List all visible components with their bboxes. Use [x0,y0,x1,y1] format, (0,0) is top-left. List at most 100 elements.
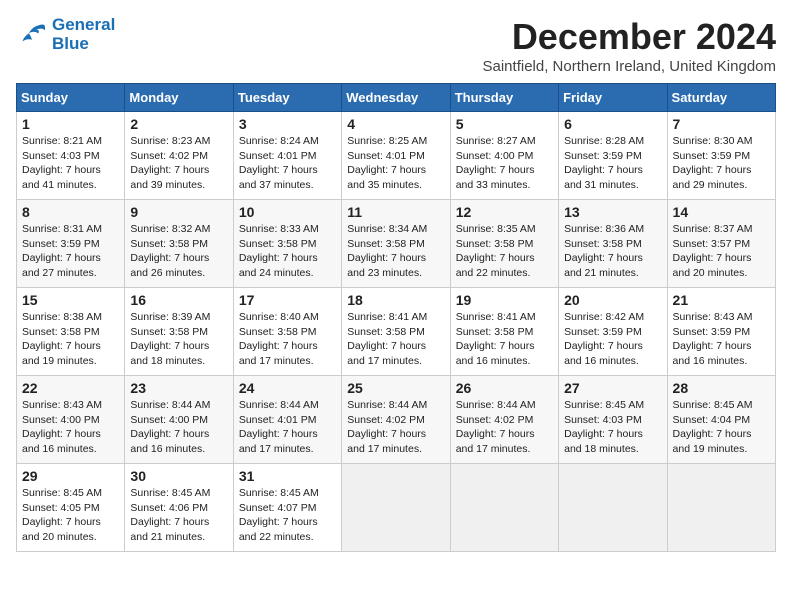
calendar-cell [559,464,667,552]
day-info: Sunrise: 8:36 AMSunset: 3:58 PMDaylight:… [564,222,661,281]
day-number: 1 [22,116,119,132]
calendar-cell: 11 Sunrise: 8:34 AMSunset: 3:58 PMDayligh… [342,200,450,288]
day-info: Sunrise: 8:38 AMSunset: 3:58 PMDaylight:… [22,310,119,369]
calendar-cell: 15 Sunrise: 8:38 AMSunset: 3:58 PMDayligh… [17,288,125,376]
day-number: 6 [564,116,661,132]
day-number: 19 [456,292,553,308]
day-number: 2 [130,116,227,132]
day-info: Sunrise: 8:30 AMSunset: 3:59 PMDaylight:… [673,134,770,193]
day-number: 9 [130,204,227,220]
day-number: 30 [130,468,227,484]
calendar-cell: 1 Sunrise: 8:21 AMSunset: 4:03 PMDaylight… [17,112,125,200]
day-info: Sunrise: 8:43 AMSunset: 3:59 PMDaylight:… [673,310,770,369]
day-number: 29 [22,468,119,484]
day-number: 24 [239,380,336,396]
col-header-friday: Friday [559,84,667,112]
day-number: 11 [347,204,444,220]
day-number: 27 [564,380,661,396]
day-info: Sunrise: 8:27 AMSunset: 4:00 PMDaylight:… [456,134,553,193]
day-info: Sunrise: 8:43 AMSunset: 4:00 PMDaylight:… [22,398,119,457]
day-info: Sunrise: 8:45 AMSunset: 4:07 PMDaylight:… [239,486,336,545]
day-number: 4 [347,116,444,132]
calendar-cell: 13 Sunrise: 8:36 AMSunset: 3:58 PMDayligh… [559,200,667,288]
col-header-saturday: Saturday [667,84,775,112]
day-number: 3 [239,116,336,132]
logo-icon [16,19,48,51]
day-number: 26 [456,380,553,396]
day-info: Sunrise: 8:31 AMSunset: 3:59 PMDaylight:… [22,222,119,281]
day-number: 28 [673,380,770,396]
calendar-cell: 5 Sunrise: 8:27 AMSunset: 4:00 PMDaylight… [450,112,558,200]
day-number: 8 [22,204,119,220]
calendar-cell: 14Sunrise: 8:37 AMSunset: 3:57 PMDayligh… [667,200,775,288]
day-info: Sunrise: 8:45 AMSunset: 4:04 PMDaylight:… [673,398,770,457]
calendar-week-row: 1 Sunrise: 8:21 AMSunset: 4:03 PMDaylight… [17,112,776,200]
calendar-cell: 4 Sunrise: 8:25 AMSunset: 4:01 PMDaylight… [342,112,450,200]
day-info: Sunrise: 8:32 AMSunset: 3:58 PMDaylight:… [130,222,227,281]
calendar-cell: 12 Sunrise: 8:35 AMSunset: 3:58 PMDayligh… [450,200,558,288]
day-info: Sunrise: 8:25 AMSunset: 4:01 PMDaylight:… [347,134,444,193]
day-info: Sunrise: 8:44 AMSunset: 4:02 PMDaylight:… [456,398,553,457]
calendar-cell: 3Sunrise: 8:24 AMSunset: 4:01 PMDaylight… [233,112,341,200]
calendar-cell: 19Sunrise: 8:41 AMSunset: 3:58 PMDayligh… [450,288,558,376]
calendar-cell: 16 Sunrise: 8:39 AMSunset: 3:58 PMDayligh… [125,288,233,376]
col-header-sunday: Sunday [17,84,125,112]
calendar-cell: 2Sunrise: 8:23 AMSunset: 4:02 PMDaylight… [125,112,233,200]
day-number: 7 [673,116,770,132]
logo: General Blue [16,16,115,53]
day-number: 15 [22,292,119,308]
calendar-week-row: 15 Sunrise: 8:38 AMSunset: 3:58 PMDayligh… [17,288,776,376]
calendar-cell: 20Sunrise: 8:42 AMSunset: 3:59 PMDayligh… [559,288,667,376]
day-number: 16 [130,292,227,308]
logo-line1: General [52,16,115,35]
calendar-week-row: 8 Sunrise: 8:31 AMSunset: 3:59 PMDaylight… [17,200,776,288]
calendar-cell [450,464,558,552]
day-number: 17 [239,292,336,308]
day-info: Sunrise: 8:21 AMSunset: 4:03 PMDaylight:… [22,134,119,193]
calendar-cell: 6Sunrise: 8:28 AMSunset: 3:59 PMDaylight… [559,112,667,200]
page-header: General Blue December 2024 Saintfield, N… [16,16,776,75]
day-info: Sunrise: 8:41 AMSunset: 3:58 PMDaylight:… [347,310,444,369]
calendar-cell: 18Sunrise: 8:41 AMSunset: 3:58 PMDayligh… [342,288,450,376]
day-info: Sunrise: 8:34 AMSunset: 3:58 PMDaylight:… [347,222,444,281]
day-info: Sunrise: 8:40 AMSunset: 3:58 PMDaylight:… [239,310,336,369]
calendar-header-row: SundayMondayTuesdayWednesdayThursdayFrid… [17,84,776,112]
day-info: Sunrise: 8:39 AMSunset: 3:58 PMDaylight:… [130,310,227,369]
day-info: Sunrise: 8:45 AMSunset: 4:06 PMDaylight:… [130,486,227,545]
day-number: 13 [564,204,661,220]
day-number: 12 [456,204,553,220]
col-header-thursday: Thursday [450,84,558,112]
calendar-cell: 7 Sunrise: 8:30 AMSunset: 3:59 PMDaylight… [667,112,775,200]
day-number: 31 [239,468,336,484]
day-info: Sunrise: 8:44 AMSunset: 4:02 PMDaylight:… [347,398,444,457]
calendar-cell: 23 Sunrise: 8:44 AMSunset: 4:00 PMDayligh… [125,376,233,464]
day-number: 14 [673,204,770,220]
day-number: 10 [239,204,336,220]
day-info: Sunrise: 8:44 AMSunset: 4:01 PMDaylight:… [239,398,336,457]
calendar-cell: 26 Sunrise: 8:44 AMSunset: 4:02 PMDayligh… [450,376,558,464]
calendar-cell: 30 Sunrise: 8:45 AMSunset: 4:06 PMDayligh… [125,464,233,552]
day-number: 25 [347,380,444,396]
col-header-tuesday: Tuesday [233,84,341,112]
day-info: Sunrise: 8:42 AMSunset: 3:59 PMDaylight:… [564,310,661,369]
calendar-table: SundayMondayTuesdayWednesdayThursdayFrid… [16,83,776,552]
calendar-cell: 28 Sunrise: 8:45 AMSunset: 4:04 PMDayligh… [667,376,775,464]
calendar-cell: 25 Sunrise: 8:44 AMSunset: 4:02 PMDayligh… [342,376,450,464]
day-number: 21 [673,292,770,308]
day-number: 23 [130,380,227,396]
calendar-cell: 10Sunrise: 8:33 AMSunset: 3:58 PMDayligh… [233,200,341,288]
calendar-cell: 29 Sunrise: 8:45 AMSunset: 4:05 PMDayligh… [17,464,125,552]
location: Saintfield, Northern Ireland, United Kin… [483,58,777,75]
calendar-cell: 27Sunrise: 8:45 AMSunset: 4:03 PMDayligh… [559,376,667,464]
day-number: 22 [22,380,119,396]
calendar-cell: 9 Sunrise: 8:32 AMSunset: 3:58 PMDaylight… [125,200,233,288]
day-info: Sunrise: 8:45 AMSunset: 4:05 PMDaylight:… [22,486,119,545]
day-number: 5 [456,116,553,132]
month-title: December 2024 [483,16,777,58]
day-info: Sunrise: 8:35 AMSunset: 3:58 PMDaylight:… [456,222,553,281]
col-header-wednesday: Wednesday [342,84,450,112]
day-info: Sunrise: 8:44 AMSunset: 4:00 PMDaylight:… [130,398,227,457]
calendar-cell: 21 Sunrise: 8:43 AMSunset: 3:59 PMDayligh… [667,288,775,376]
calendar-cell: 8 Sunrise: 8:31 AMSunset: 3:59 PMDaylight… [17,200,125,288]
calendar-week-row: 29 Sunrise: 8:45 AMSunset: 4:05 PMDayligh… [17,464,776,552]
